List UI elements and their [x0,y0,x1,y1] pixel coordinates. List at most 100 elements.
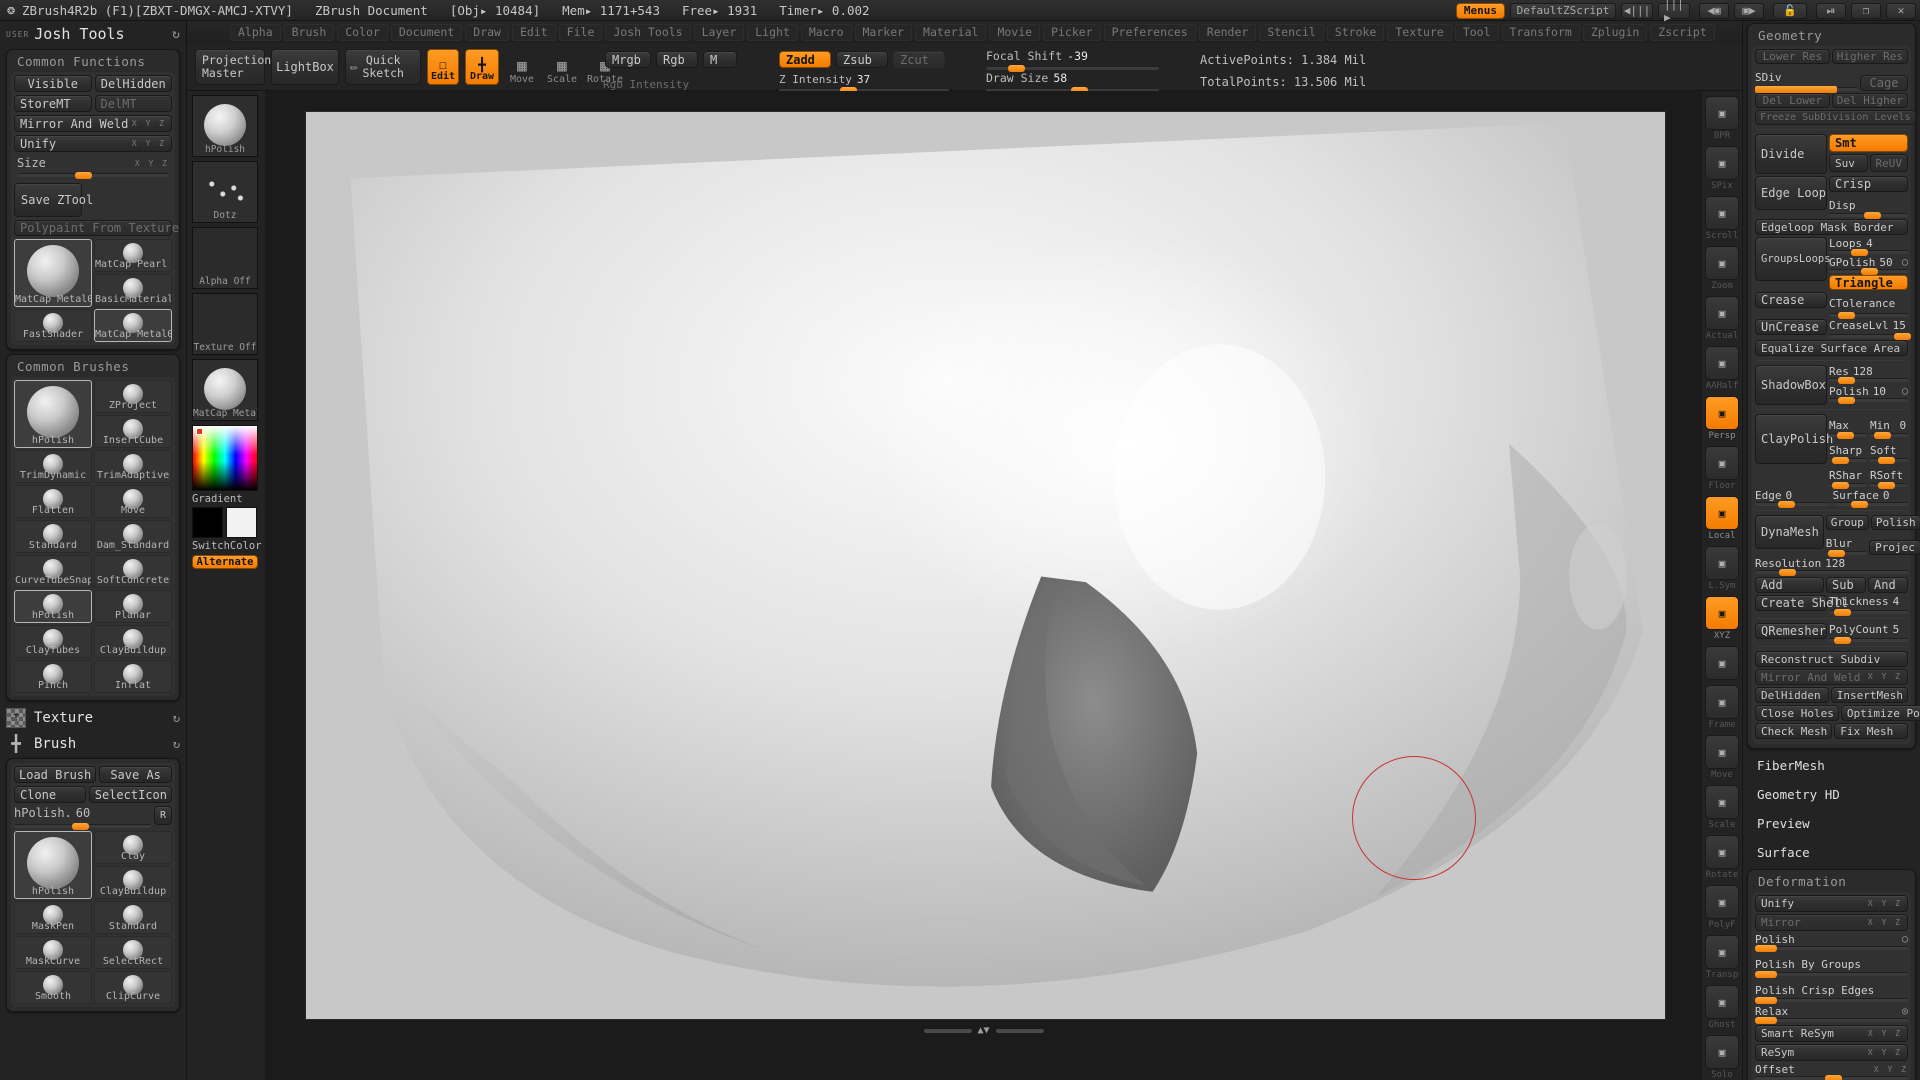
deformation-polish-circle-icon[interactable]: ◯ [1902,934,1908,945]
shadowbox-button[interactable]: ShadowBox [1755,365,1827,405]
polycount-handle[interactable] [1833,637,1851,644]
brush-chip[interactable]: hPolish [14,831,92,899]
check-mesh-button[interactable]: Check Mesh [1755,723,1833,739]
offset-handle[interactable] [1825,1075,1843,1080]
rshar-group[interactable]: RShar [1829,464,1867,489]
right-shelf-item-zoom[interactable]: ▣ Zoom [1702,246,1742,291]
menu-item-alpha[interactable]: Alpha [230,23,281,41]
texture-refresh-icon[interactable]: ↻ [173,711,180,725]
rsoft-group[interactable]: RSoft [1870,464,1908,489]
right-section-fibermesh[interactable]: FiberMesh [1743,751,1920,780]
min-group[interactable]: Min 0 [1870,414,1908,439]
brush-chip[interactable]: Move [94,485,172,518]
soft-group[interactable]: Soft [1870,439,1908,464]
menu-item-picker[interactable]: Picker [1043,23,1101,41]
deformation-polish-group[interactable]: Polish ◯ [1755,933,1908,952]
scroll-up-down-icon[interactable]: ▲▼ [977,1025,989,1036]
max-handle[interactable] [1837,432,1855,439]
right-section-surface[interactable]: Surface [1743,838,1920,867]
geometry-mirror-and-weld-button[interactable]: Mirror And Weld X Y Z [1755,669,1908,685]
focal-shift-slider[interactable] [986,65,1159,72]
brush-refresh-icon[interactable]: ↻ [173,737,180,751]
soft-slider[interactable] [1870,457,1908,464]
claypolish-button[interactable]: ClayPolish [1755,414,1833,464]
right-shelf-item-local[interactable]: ▣ Local [1702,496,1742,541]
rshar-slider[interactable] [1829,482,1867,489]
brush-chip[interactable]: Flatten [14,485,92,518]
brush-chip[interactable]: Standard [14,520,92,553]
floor-icon[interactable]: ▣ [1705,446,1739,480]
menu-item-marker[interactable]: Marker [854,23,913,41]
blur-handle[interactable] [1828,550,1846,557]
right-shelf-item-scale[interactable]: ▣ Scale [1702,785,1742,830]
polish-circle-icon[interactable]: ◯ [1902,386,1908,397]
sdiv-slider[interactable] [1755,86,1858,93]
right-shelf-item-persp[interactable]: ▣ Persp [1702,396,1742,441]
creaselvl-group[interactable]: CreaseLvl 15 [1829,319,1911,340]
right-shelf-item-l-sym[interactable]: ▣ L.Sym [1702,546,1742,591]
menu-item-tool[interactable]: Tool [1454,23,1499,41]
menu-item-zscript[interactable]: Zscript [1650,23,1715,41]
menu-item-light[interactable]: Light [747,23,798,41]
surface-handle[interactable] [1850,501,1868,508]
restore-icon[interactable]: ❐ [1851,2,1881,19]
size-slider[interactable] [17,172,169,179]
material-chip[interactable]: FastShader [14,309,92,342]
material-chip[interactable]: MatCap Metal03 [94,309,172,342]
menu-item-render[interactable]: Render [1198,23,1257,41]
brush-chip[interactable]: TrimAdaptive [94,450,172,483]
xyz-icon[interactable]: ▣ [1705,596,1739,630]
max-group[interactable]: Max [1829,414,1867,439]
close-holes-button[interactable]: Close Holes [1755,705,1839,721]
dynamesh-button[interactable]: DynaMesh [1755,515,1824,549]
groupsloops-button[interactable]: GroupsLoops [1755,237,1831,281]
loops-slider-group[interactable]: Loops 4 [1829,237,1908,256]
qremesher-button[interactable]: QRemesher [1755,623,1827,639]
storemt-button[interactable]: StoreMT [14,95,92,112]
project-button[interactable]: Projec [1869,540,1920,555]
brush-chip[interactable]: Pinch [14,660,92,693]
material-chip[interactable]: BasicMaterial [94,274,172,307]
polish-handle[interactable] [1838,397,1856,404]
shelf-thumb-alpha[interactable]: Alpha Off [192,227,258,289]
resolution-handle[interactable] [1779,569,1797,576]
clone-button[interactable]: Clone [14,786,86,803]
blur-slider[interactable] [1825,550,1868,557]
polish-by-groups-handle[interactable] [1755,971,1777,978]
right-section-preview[interactable]: Preview [1743,809,1920,838]
menu-item-zplugin[interactable]: Zplugin [1582,23,1648,41]
edge-loop-button[interactable]: Edge Loop [1755,176,1827,210]
draw-button[interactable]: ╋ Draw [465,49,499,85]
right-section-geometry-hd[interactable]: Geometry HD [1743,780,1920,809]
brush-chip[interactable]: MaskPen [14,901,92,934]
reconstruct-subdiv-button[interactable]: Reconstruct Subdiv [1755,651,1908,667]
menu-item-texture[interactable]: Texture [1387,23,1452,41]
menu-item-document[interactable]: Document [390,23,463,41]
polish-crisp-edges-handle[interactable] [1755,997,1777,1004]
deformation-polish-handle[interactable] [1755,945,1777,952]
relax-slider[interactable] [1755,1017,1908,1024]
menu-item-preferences[interactable]: Preferences [1103,23,1196,41]
load-brush-button[interactable]: Load Brush [14,766,97,783]
fix-mesh-button[interactable]: Fix Mesh [1834,723,1908,739]
right-shelf-item-aahalf[interactable]: ▣ AAHalf [1702,346,1742,391]
brush-chip[interactable]: Smooth [14,971,92,1004]
next-item-icon[interactable]: ▣▶ [1734,2,1764,19]
gpolish-handle[interactable] [1860,268,1878,275]
menu-item-material[interactable]: Material [915,23,987,41]
lower-res-button[interactable]: Lower Res [1755,49,1830,64]
brush-chip[interactable]: SoftConcrete [94,555,172,588]
right-shelf-item-actual[interactable]: ▣ Actual [1702,296,1742,341]
disp-slider-group[interactable]: Disp [1829,194,1908,219]
res-handle[interactable] [1838,377,1856,384]
geometry-delhidden-button[interactable]: DelHidden [1755,687,1829,703]
brush-chip[interactable]: Dam_Standard [94,520,172,553]
ctolerance-handle[interactable] [1838,312,1856,319]
right-shelf-item-bpr[interactable]: ▣ BPR [1702,96,1742,141]
selecticon-button[interactable]: SelectIcon [88,786,172,803]
close-icon[interactable]: ✕ [1886,2,1916,19]
smart-resym-button[interactable]: Smart ReSym X Y Z [1755,1025,1908,1042]
offset-slider[interactable] [1755,1075,1908,1080]
brush-reset-button[interactable]: R [154,806,172,825]
soft-handle[interactable] [1877,457,1895,464]
